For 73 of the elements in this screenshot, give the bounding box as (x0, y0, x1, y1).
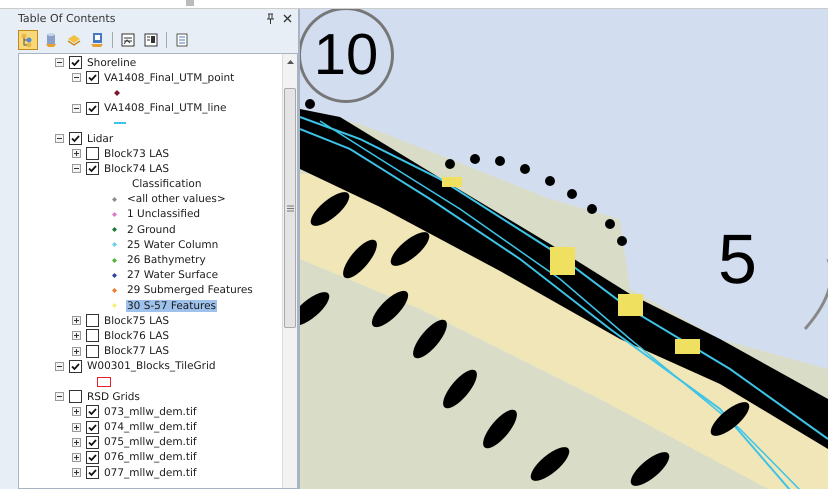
layer-name[interactable]: W00301_Blocks_TileGrid (87, 360, 216, 372)
class-label[interactable]: 1 Unclassified (126, 208, 202, 220)
layer-name[interactable]: 074_mllw_dem.tif (104, 421, 197, 434)
class-label[interactable]: 2 Ground (126, 224, 177, 236)
layer-checkbox[interactable] (69, 360, 82, 373)
class-label[interactable]: 27 Water Surface (126, 269, 220, 282)
layer-checkbox[interactable] (86, 405, 99, 418)
class-label[interactable]: 30 S-57 Features (126, 300, 217, 312)
map-label: 10 (300, 9, 394, 103)
layer-checkbox[interactable] (69, 390, 82, 404)
collapse-icon[interactable] (72, 104, 81, 113)
layer-name[interactable]: 073_mllw_dem.tif (104, 406, 197, 418)
map-label: 5 (718, 224, 757, 294)
collapse-icon[interactable] (55, 392, 64, 402)
layer-name[interactable]: Lidar (87, 132, 114, 145)
layer-checkbox[interactable] (86, 344, 99, 358)
expand-icon[interactable] (72, 422, 81, 432)
layer-name[interactable]: Shoreline (87, 56, 136, 69)
collapse-icon[interactable] (72, 164, 81, 174)
layer-checkbox[interactable] (86, 329, 99, 342)
layer-checkbox[interactable] (86, 314, 99, 328)
expand-icon[interactable] (72, 452, 81, 462)
layer-name[interactable]: RSD Grids (87, 390, 140, 403)
layer-checkbox[interactable] (86, 466, 99, 480)
splitter-grip[interactable] (186, 0, 194, 6)
layer-checkbox[interactable] (69, 56, 82, 70)
class-label[interactable]: 29 Submerged Features (126, 284, 254, 296)
expand-icon[interactable] (72, 468, 81, 478)
layer-name[interactable]: Block77 LAS (104, 345, 170, 358)
toolbar-button[interactable] (18, 30, 38, 50)
scroll-up-icon[interactable] (286, 60, 294, 64)
layer-name[interactable]: VA1408_Final_UTM_point (104, 72, 234, 84)
class-label[interactable]: 26 Bathymetry (126, 254, 207, 266)
expand-icon[interactable] (72, 346, 81, 356)
layer-name[interactable]: 077_mllw_dem.tif (104, 466, 197, 479)
panel-title: Table Of Contents (18, 12, 116, 24)
layer-name[interactable]: 076_mllw_dem.tif (104, 451, 197, 464)
layer-name[interactable]: Block73 LAS (104, 148, 170, 160)
collapse-icon[interactable] (72, 73, 81, 82)
scrollbar[interactable] (282, 54, 297, 488)
layer-checkbox[interactable] (86, 436, 99, 449)
cylinder-icon (43, 32, 59, 48)
layer-checkbox[interactable] (86, 71, 99, 84)
collapse-icon[interactable] (55, 58, 64, 68)
stack-icon (66, 32, 82, 48)
expand-icon[interactable] (72, 316, 81, 326)
sheet-icon (120, 32, 136, 48)
layer-checkbox[interactable] (86, 102, 99, 115)
collapse-icon[interactable] (55, 134, 64, 144)
collapse-icon[interactable] (55, 362, 64, 371)
layer-name[interactable]: 075_mllw_dem.tif (104, 436, 197, 448)
layer-checkbox[interactable] (86, 450, 99, 464)
expand-icon[interactable] (72, 331, 81, 340)
scrollbar-thumb[interactable] (284, 88, 296, 328)
layer-checkbox[interactable] (86, 147, 99, 160)
layer-name[interactable]: Block75 LAS (104, 314, 170, 327)
layer-name[interactable]: Block76 LAS (104, 330, 170, 342)
folder-icon (89, 32, 105, 48)
class-label[interactable]: 25 Water Column (126, 238, 220, 251)
expand-icon[interactable] (72, 407, 81, 416)
legend-heading: Classification (131, 178, 202, 190)
expand-icon[interactable] (72, 438, 81, 447)
pin-icon[interactable] (266, 12, 275, 24)
expand-icon[interactable] (72, 149, 81, 158)
layer-checkbox[interactable] (69, 132, 82, 146)
layer-name[interactable]: VA1408_Final_UTM_line (104, 102, 226, 114)
layer-checkbox[interactable] (86, 162, 99, 176)
class-label[interactable]: <all other values> (126, 193, 227, 206)
close-icon[interactable] (283, 14, 292, 22)
layer-name[interactable]: Block74 LAS (104, 162, 170, 175)
layer-checkbox[interactable] (86, 420, 99, 434)
sheet2-icon (143, 32, 159, 48)
list-icon (174, 32, 190, 48)
